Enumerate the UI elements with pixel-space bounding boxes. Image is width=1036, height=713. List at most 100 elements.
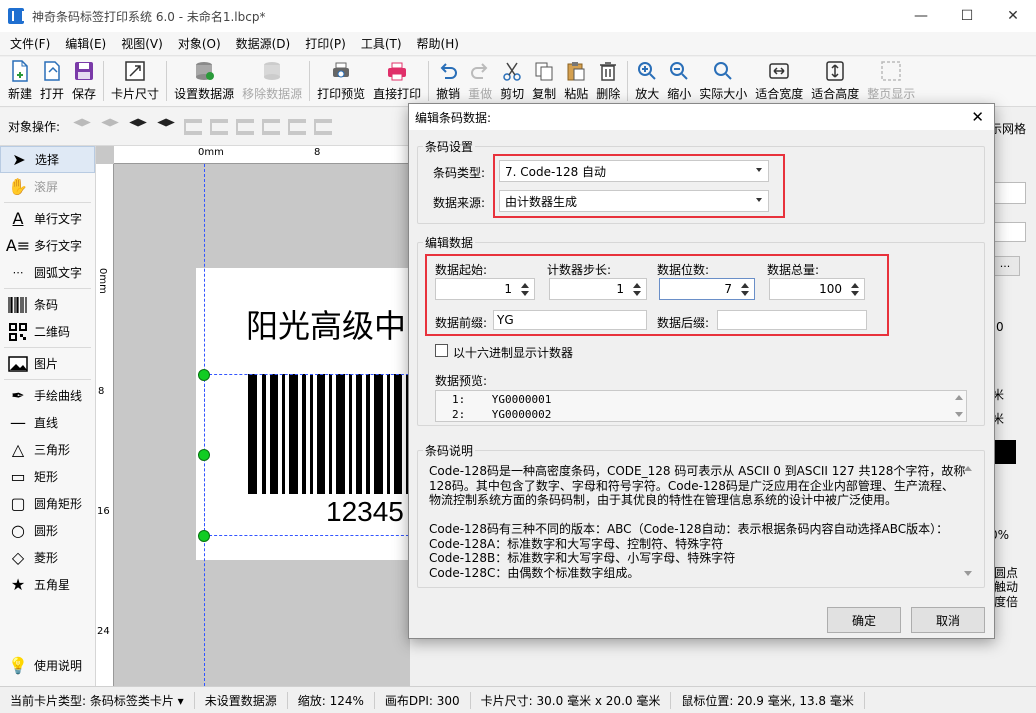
fit-width-button[interactable]: 适合宽度 [751, 56, 807, 106]
menu-help[interactable]: 帮助(H) [407, 35, 464, 52]
scrollbar[interactable] [961, 462, 975, 580]
total-spinner[interactable]: 100 [769, 278, 865, 300]
redo-button[interactable]: 重做 [464, 56, 496, 106]
spinner-arrows-icon[interactable] [850, 281, 860, 297]
tool-triangle[interactable]: △ 三角形 [0, 436, 95, 463]
list-item: 1: YG0000001 [452, 393, 552, 406]
database-remove-icon [260, 59, 284, 83]
label-text[interactable]: 阳光高级中 [246, 301, 406, 347]
menu-edit[interactable]: 编辑(E) [55, 35, 111, 52]
set-datasource-button[interactable]: 设置数据源 [170, 56, 238, 106]
object-operations-bar: 对象操作: [0, 108, 410, 146]
prefix-input[interactable]: YG [493, 310, 647, 330]
menu-tools[interactable]: 工具(T) [351, 35, 407, 52]
data-preview-list[interactable]: 1: YG0000001 2: YG0000002 [435, 390, 967, 422]
minimize-button[interactable]: — [898, 0, 944, 32]
menu-file[interactable]: 文件(F) [0, 35, 55, 52]
zoom-in-icon [635, 59, 659, 83]
cancel-button[interactable]: 取消 [911, 607, 985, 633]
property-dropdown[interactable] [990, 182, 1026, 204]
tool-line[interactable]: — 直线 [0, 409, 95, 436]
align-left-icon[interactable] [184, 118, 203, 135]
tool-scroll[interactable]: ✋ 滚屏 [0, 173, 95, 200]
close-icon[interactable]: ✕ [971, 108, 984, 126]
hex-label: 以十六进制显示计数器 [453, 346, 574, 360]
menu-datasource[interactable]: 数据源(D) [226, 35, 296, 52]
tool-diamond[interactable]: ◇ 菱形 [0, 544, 95, 571]
open-button[interactable]: 打开 [36, 56, 68, 106]
tool-barcode[interactable]: 条码 [0, 291, 95, 318]
align-top-icon[interactable] [262, 118, 281, 135]
status-card-type[interactable]: 当前卡片类型: 条码标签类卡片 ▾ [0, 691, 195, 709]
start-spinner[interactable]: 1 [435, 278, 535, 300]
tool-arc-text[interactable]: ⋯ 圆弧文字 [0, 259, 95, 286]
layer-top-icon[interactable] [129, 118, 147, 127]
tool-multi-text[interactable]: A≡ 多行文字 [0, 232, 95, 259]
suffix-input[interactable] [717, 310, 867, 330]
align-extra-icon[interactable] [314, 118, 333, 135]
spinner-arrows-icon[interactable] [520, 281, 530, 297]
image-icon [8, 354, 28, 374]
data-source-label: 数据来源: [433, 196, 486, 210]
remove-datasource-button[interactable]: 移除数据源 [238, 56, 306, 106]
tool-single-text[interactable]: A 单行文字 [0, 205, 95, 232]
delete-button[interactable]: 删除 [592, 56, 624, 106]
step-spinner[interactable]: 1 [549, 278, 647, 300]
zoom-out-button[interactable]: 缩小 [663, 56, 695, 106]
resize-handle[interactable] [198, 530, 210, 542]
tool-circle[interactable]: ○ 圆形 [0, 517, 95, 544]
align-right-icon[interactable] [236, 118, 255, 135]
tool-freehand[interactable]: ✒ 手绘曲线 [0, 382, 95, 409]
fit-page-button[interactable]: 整页显示 [863, 56, 919, 106]
menu-view[interactable]: 视图(V) [111, 35, 168, 52]
menu-print[interactable]: 打印(P) [295, 35, 351, 52]
print-preview-icon [329, 59, 353, 83]
save-icon [72, 59, 96, 83]
resize-handle[interactable] [198, 369, 210, 381]
print-preview-button[interactable]: 打印预览 [313, 56, 369, 106]
align-center-icon[interactable] [210, 118, 229, 135]
actual-size-button[interactable]: 实际大小 [695, 56, 751, 106]
card-size-button[interactable]: 卡片尺寸 [107, 56, 163, 106]
maximize-button[interactable]: ☐ [944, 0, 990, 32]
save-button[interactable]: 保存 [68, 56, 100, 106]
undo-button[interactable]: 撤销 [432, 56, 464, 106]
close-button[interactable]: ✕ [990, 0, 1036, 32]
tool-select[interactable]: ➤ 选择 [0, 146, 95, 173]
undo-icon [436, 59, 460, 83]
design-canvas[interactable]: 0mm 8 0mm 8 16 24 阳光高级中 12345 [96, 146, 410, 686]
text-single-icon: A [12, 209, 24, 228]
distribute-icon[interactable] [288, 118, 307, 135]
tool-rectangle[interactable]: ▭ 矩形 [0, 463, 95, 490]
rounded-rect-icon: ▢ [10, 494, 26, 513]
new-button[interactable]: 新建 [4, 56, 36, 106]
copy-button[interactable]: 复制 [528, 56, 560, 106]
digits-spinner[interactable]: 7 [659, 278, 755, 300]
tool-rounded-rect[interactable]: ▢ 圆角矩形 [0, 490, 95, 517]
scrollbar[interactable] [952, 391, 966, 421]
ok-button[interactable]: 确定 [827, 607, 901, 633]
fit-height-button[interactable]: 适合高度 [807, 56, 863, 106]
status-zoom: 缩放: 124% [288, 691, 375, 709]
cut-icon [500, 59, 524, 83]
help-button[interactable]: 💡 使用说明 [0, 652, 95, 679]
circle-icon: ○ [11, 521, 25, 540]
tool-qrcode[interactable]: 二维码 [0, 318, 95, 345]
menu-object[interactable]: 对象(O) [168, 35, 226, 52]
edit-data-title: 编辑数据 [423, 234, 476, 251]
property-dropdown[interactable] [990, 222, 1026, 242]
layer-down-icon[interactable] [101, 118, 119, 127]
layer-up-icon[interactable] [73, 118, 91, 127]
card-size-icon [123, 59, 147, 83]
paste-button[interactable]: 粘贴 [560, 56, 592, 106]
resize-handle[interactable] [198, 449, 210, 461]
layer-bottom-icon[interactable] [157, 118, 175, 127]
zoom-in-button[interactable]: 放大 [631, 56, 663, 106]
hex-checkbox[interactable] [435, 344, 448, 357]
spinner-arrows-icon[interactable] [632, 281, 642, 297]
spinner-arrows-icon[interactable] [740, 281, 750, 297]
tool-star[interactable]: ★ 五角星 [0, 571, 95, 598]
tool-image[interactable]: 图片 [0, 350, 95, 377]
direct-print-button[interactable]: 直接打印 [369, 56, 425, 106]
cut-button[interactable]: 剪切 [496, 56, 528, 106]
